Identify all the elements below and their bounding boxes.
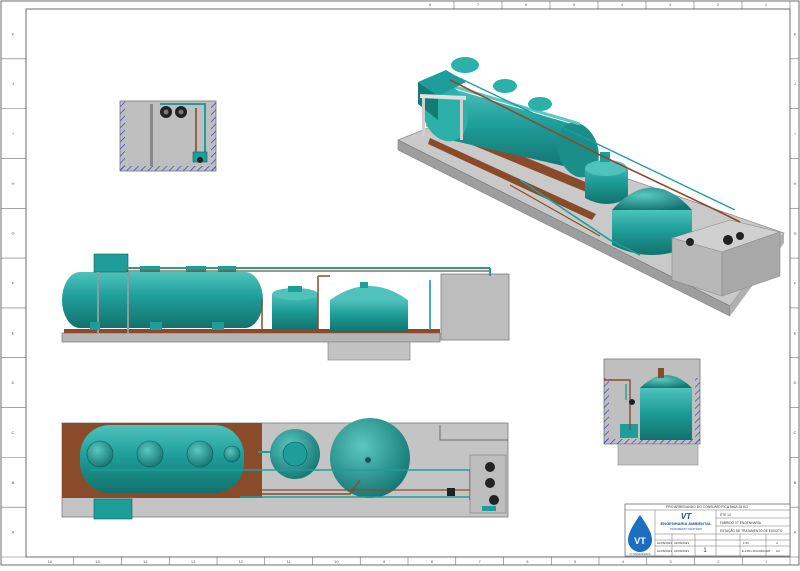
company-sub: TRATAMENTO SANITÁRIO (670, 527, 702, 531)
frame-bottom-number: 12 (239, 559, 244, 564)
section-view-pump-chamber (119, 100, 217, 172)
title-block-date-2: 01/06/2023 (674, 541, 689, 545)
title-block-date-4: 01/06/2023 (674, 549, 689, 553)
frame-left-letter: G (11, 231, 14, 236)
logo-letters: VT (634, 536, 646, 546)
frame-top-number: 6 (525, 2, 528, 7)
plan-view (61, 418, 509, 520)
frame-left-letter: C (12, 430, 15, 435)
company-mark: VT (681, 512, 692, 521)
frame-bottom-number: 2 (717, 559, 720, 564)
frame-bottom-number: 13 (191, 559, 196, 564)
frame-left-letter: D (12, 380, 15, 385)
company-name: ENGENHARIA AMBIENTAL (661, 521, 713, 526)
title-block-drawing-no: E-14/01-000-0000-000 (742, 549, 771, 553)
title-block-header: ETE 14 (720, 513, 731, 517)
frame-bottom-number: 9 (383, 559, 386, 564)
logo-caption: VT ENGENHARIA (629, 552, 650, 556)
title-block-size: A3 (776, 549, 780, 553)
frame-bottom-number: 16 (48, 559, 53, 564)
elevation-view (61, 253, 510, 361)
frame-bottom-number: 7 (479, 559, 482, 564)
frame-right-letter: B (794, 480, 797, 485)
frame-top-number: 7 (477, 2, 480, 7)
title-block-client: FABRIDO VT ENGENHARIA (720, 521, 762, 525)
frame-right-letter: J (794, 81, 796, 86)
frame-right-letter: I (794, 131, 795, 136)
frame-left-letter: F (12, 281, 15, 286)
section-view-treatment (603, 358, 701, 466)
frame-right-letter: F (794, 281, 797, 286)
title-block-project: PRO ARREDANDO DO CONSUMO FICA 5x6A 26 KG (666, 505, 748, 509)
frame-top-number: 4 (621, 2, 624, 7)
frame-left-letter: B (12, 480, 15, 485)
frame-top-number: 5 (573, 2, 576, 7)
title-block-date-1: 01/06/2023 (657, 541, 672, 545)
frame-right-letter: C (794, 430, 797, 435)
frame-right-letter: G (793, 231, 796, 236)
title-block-scale: 1:50 (743, 541, 749, 545)
frame-left-letter: H (12, 181, 15, 186)
frame-left-letter: K (12, 31, 15, 36)
frame-bottom-number: 6 (526, 559, 529, 564)
frame-bottom-number: 5 (574, 559, 577, 564)
title-block-title: ESTAÇÃO DE TRATAMENTO DE ESGOTO (720, 528, 783, 533)
drawing-sheet: 8 7 6 5 4 3 2 1 16 15 14 13 12 11 10 9 8 7 6 5 4 3 2 1 K J I H G F E D C… (0, 0, 800, 566)
frame-right-letter: A (794, 530, 797, 535)
technical-drawing: 8 7 6 5 4 3 2 1 16 15 14 13 12 11 10 9 8 7 6 5 4 3 2 1 K J I H G F E D C… (0, 0, 800, 566)
frame-top-number: 1 (765, 2, 768, 7)
title-block-rev: A (776, 541, 778, 545)
frame-right-letter: K (794, 31, 797, 36)
frame-bottom-number: 14 (143, 559, 148, 564)
frame-bottom-number: 4 (622, 559, 625, 564)
frame-bottom-number: 3 (670, 559, 673, 564)
frame-bottom-number: 15 (95, 559, 100, 564)
frame-bottom-number: 10 (334, 559, 339, 564)
frame-top-number: 3 (669, 2, 672, 7)
frame-left-letter: E (12, 330, 15, 335)
title-block: PRO ARREDANDO DO CONSUMO FICA 5x6A 26 KG… (624, 503, 791, 557)
title-block-date-3: 01/06/2023 (657, 549, 672, 553)
frame-left-letter: I (12, 131, 13, 136)
frame-top-number: 8 (429, 2, 432, 7)
frame-bottom-number: 8 (431, 559, 434, 564)
frame-left-letter: J (12, 81, 14, 86)
frame-right-letter: E (794, 330, 797, 335)
frame-right-letter: H (794, 181, 797, 186)
frame-left-letter: A (12, 530, 15, 535)
frame-top-number: 2 (717, 2, 720, 7)
frame-right-letter: D (794, 380, 797, 385)
frame-bottom-number: 1 (765, 559, 768, 564)
frame-bottom-number: 11 (287, 559, 292, 564)
